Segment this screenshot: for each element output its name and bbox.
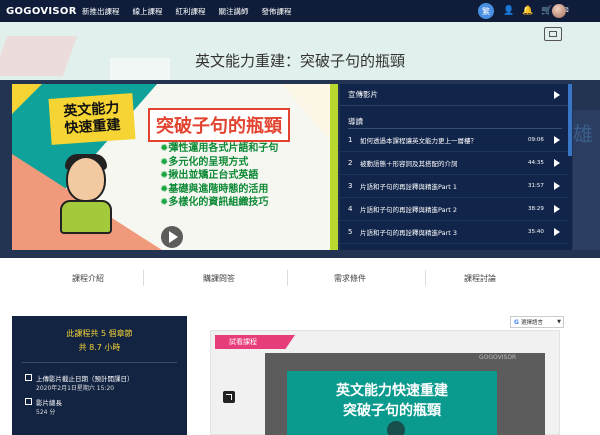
google-translate-icon: G [514,318,519,326]
tab-course-intro[interactable]: 課程介紹 [72,273,104,284]
chapter-title: 如何透過本課程讓英文能力更上一層樓？ [360,137,477,145]
trial-tag-label: 試看課程 [229,338,257,346]
promo-video-label: 宣傳影片 [348,90,378,99]
play-arrow-icon [554,159,560,167]
chapter-duration: 35:40 [528,229,544,235]
chapter-duration: 09:06 [528,137,544,143]
video-decoration-yellow [12,84,42,114]
play-arrow-icon [554,90,560,99]
play-arrow-icon [554,228,560,236]
trial-tag: 試看課程 [215,335,295,349]
chapter-item[interactable]: 1 如何透過本課程讓英文能力更上一層樓？ 09:06 [340,129,568,152]
video-headline: 突破子句的瓶頸 [148,108,290,142]
language-select-label: 選擇語言 [520,320,543,326]
trial-preview-panel: 試看課程 GOGOVISOR 英文能力快速重建 突破子句的瓶頸 [210,330,560,435]
chapter-number: 2 [348,159,353,167]
chapter-number: 1 [348,136,353,144]
playlist-scrollbar[interactable] [568,84,572,156]
chapter-item[interactable]: 5 片語和子句的再詮釋與精進Part 3 35:40 [340,221,568,244]
playlist-sidebar: 宣傳影片 導讀 1 如何透過本課程讓英文能力更上一層樓？ 09:06 2 被動語… [340,84,572,250]
promo-video-item[interactable]: 宣傳影片 [340,84,568,106]
bell-icon[interactable]: 🔔 [522,6,533,16]
nav-link-follow-teachers[interactable]: 關注講師 [219,6,249,17]
chapter-item[interactable]: 2 被動語態＋形容詞及其搭配的介詞 44:35 [340,152,568,175]
tab-purchase-qa[interactable]: 購課問答 [203,273,235,284]
language-select[interactable]: G 選擇語言 ▼ [510,316,564,328]
video-bullet: 揪出並矯正台式英語 [160,169,278,183]
chapter-title: 片語和子句的再詮釋與精進Part 1 [360,183,458,191]
video-bullet: 多元化的呈現方式 [160,156,278,170]
logo-text: GOGOVISOR [6,5,77,17]
video-length-value-wrap: 524 分 [36,407,55,416]
video-bullet: 基礎與進階時態的活用 [160,183,278,197]
teacher-illustration [56,154,118,236]
site-logo[interactable]: GOGOVISOR [6,6,82,17]
video-length: 影片總長 [36,397,62,407]
tab-discussion[interactable]: 課程討論 [464,273,496,284]
nav-link-bonus-courses[interactable]: 紅利課程 [176,6,206,17]
total-hours: 共 8.7 小時 [78,343,121,352]
divider [22,362,177,363]
tab-divider [425,270,426,286]
course-tabs: 課程介紹 購課問答 需求條件 課程討論 [0,258,600,300]
thumbnail-title-line2: 突破子句的瓶頸 [343,403,441,419]
tab-divider [287,270,288,286]
play-icon[interactable] [161,226,183,248]
background-decoration: 雄 [573,110,600,250]
play-arrow-icon [554,205,560,213]
thumbnail-logo: GOGOVISOR [479,354,517,361]
tab-requirements[interactable]: 需求條件 [334,273,366,284]
clock-icon [25,398,32,405]
guide-heading: 導讀 [348,117,363,126]
video-player[interactable]: 英文能力 快速重建 突破子句的瓶頸 彈性運用各式片語和子句 多元化的呈現方式 揪… [12,84,338,250]
video-length-value: 524 分 [36,409,56,416]
upload-deadline-value-wrap: 2020年2月1日星期六 15:20 [36,383,114,392]
upload-deadline-label: 上傳影片截止日期（預計開課日） [36,375,134,383]
chapter-duration: 38:29 [528,206,544,212]
chapter-duration: 44:35 [528,160,544,166]
language-toggle-button[interactable]: 繁 [478,3,494,19]
chapter-duration: 31:57 [528,183,544,189]
video-bullet: 彈性運用各式片語和子句 [160,142,278,156]
user-icon[interactable]: 👤 [503,6,514,16]
chevron-down-icon: ▼ [557,319,561,325]
film-icon[interactable] [544,27,562,41]
nav-links: 新推出課程 線上課程 紅利課程 關注講師 發佈課程 [82,6,305,17]
top-nav: GOGOVISOR 新推出課程 線上課程 紅利課程 關注講師 發佈課程 繁 👤 … [0,0,600,22]
nav-link-online-courses[interactable]: 線上課程 [133,6,163,17]
chapter-number: 3 [348,182,353,190]
chapter-title: 被動語態＋形容詞及其搭配的介詞 [360,160,458,168]
video-bullet: 多樣化的資訊組織技巧 [160,196,278,210]
chapter-count: 此課程共 5 個章節 [66,329,133,338]
play-arrow-icon [554,182,560,190]
chapter-title: 片語和子句的再詮釋與精進Part 3 [360,229,458,237]
nav-link-new-courses[interactable]: 新推出課程 [82,6,120,17]
chapter-item[interactable]: 4 片語和子句的再詮釋與精進Part 2 38:29 [340,198,568,221]
avatar[interactable] [552,4,566,18]
page-title: 英文能力重建：突破子句的瓶頸 [194,52,405,70]
tab-divider [143,270,144,286]
chapter-item[interactable]: 3 片語和子句的再詮釋與精進Part 1 31:57 [340,175,568,198]
share-icon[interactable] [223,391,235,403]
cart-icon[interactable]: 🛒 [541,6,552,16]
video-length-label: 影片總長 [36,399,62,407]
video-bullet-list: 彈性運用各式片語和子句 多元化的呈現方式 揪出並矯正台式英語 基礎與進階時態的活… [160,142,278,210]
upload-deadline-value: 2020年2月1日星期六 15:20 [36,385,115,392]
video-badge-line2: 快速重建 [64,117,122,137]
upload-deadline: 上傳影片截止日期（預計開課日） [36,373,134,383]
thumbnail-title-line1: 英文能力快速重建 [336,383,448,399]
chapter-number: 5 [348,228,353,236]
chapter-number: 4 [348,205,353,213]
play-arrow-icon [554,136,560,144]
video-badge: 英文能力 快速重建 [48,93,136,145]
play-icon[interactable] [387,421,405,435]
chapter-title: 片語和子句的再詮釋與精進Part 2 [360,206,458,214]
calendar-icon [25,374,32,381]
video-decoration-bar [330,84,338,250]
nav-link-publish-course[interactable]: 發佈課程 [262,6,292,17]
